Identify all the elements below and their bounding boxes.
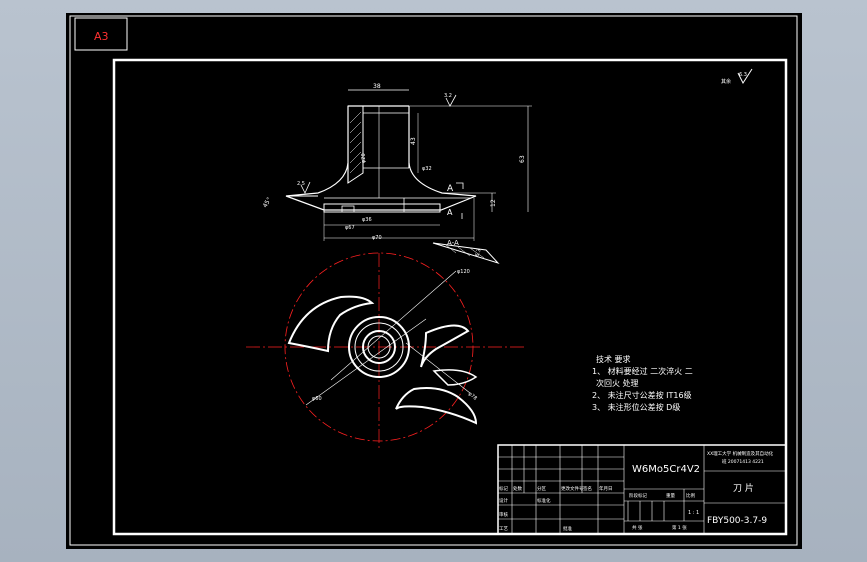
dim-mid: φ67 xyxy=(345,225,355,231)
tb-ratio: 比例 xyxy=(686,492,695,499)
cad-drawing: A3 其余 6.3 38 63 43 12 45° 3.2 2.5 φ32 φ2… xyxy=(69,15,798,546)
tb-scale: 1 : 1 xyxy=(688,510,699,516)
tb-class: 班 20071413 4221 xyxy=(722,458,764,465)
note-line-2: 次回火 处理 xyxy=(596,378,639,388)
tb-stage: 阶段标记 xyxy=(629,492,647,499)
note-line-4: 3、 未注形位公差按 D级 xyxy=(592,402,680,412)
technical-notes: 技术 要求 1、 材料要经过 二次淬火 二 次回火 处理 2、 未注尺寸公差按 … xyxy=(592,354,693,412)
dim-inner: φ32 xyxy=(422,166,432,172)
section-view: 38 63 43 12 45° 3.2 2.5 φ32 φ20 φ36 φ67 … xyxy=(262,83,532,241)
tb-mark: 标记 xyxy=(499,485,508,492)
tb-drawing-no: FBY500-3.7-9 xyxy=(707,516,767,526)
tb-review: 审核 xyxy=(499,511,508,518)
tb-count: 处数 xyxy=(513,485,522,492)
dim-angle: 45° xyxy=(262,196,273,209)
dim-r78: φ78 xyxy=(467,391,478,402)
tb-date: 年月日 xyxy=(599,485,613,492)
tb-school: XX理工大学 机械制造及其自动化 xyxy=(707,450,774,457)
svg-text:其余: 其余 xyxy=(721,78,731,85)
tb-change: 更改文件号 xyxy=(561,485,584,492)
notes-title: 技术 要求 xyxy=(596,354,631,364)
tb-standard: 标准化 xyxy=(537,497,551,504)
tb-total: 共 张 xyxy=(632,524,643,531)
drawing-sheet: A3 其余 6.3 38 63 43 12 45° 3.2 2.5 φ32 φ2… xyxy=(66,13,802,549)
svg-text:3.2: 3.2 xyxy=(444,93,452,99)
section-detail-aa: A-A 6.3 xyxy=(432,239,500,265)
tb-design: 设计 xyxy=(499,497,508,504)
section-mark-a-top: A xyxy=(447,184,454,194)
dim-outer: φ70 xyxy=(372,235,382,241)
dim-hub: φ36 xyxy=(362,217,372,223)
title-block: 标记 处数 分区 更改文件号 签名 年月日 设计 标准化 审核 工艺 批准 阶段… xyxy=(497,444,787,535)
inner-border xyxy=(112,58,788,536)
top-view: φ120 φ60 φ78 xyxy=(246,252,526,451)
sheet-size-label: A3 xyxy=(94,30,109,43)
dim-top-width: 38 xyxy=(373,83,381,90)
section-mark-a-bottom: A xyxy=(447,208,453,217)
tb-process: 工艺 xyxy=(499,526,508,532)
tb-weight: 重量 xyxy=(666,492,675,499)
note-line-1: 1、 材料要经过 二次淬火 二 xyxy=(592,366,693,376)
svg-text:6.3: 6.3 xyxy=(739,72,747,78)
dim-upper-height: 43 xyxy=(410,137,417,145)
note-line-3: 2、 未注尺寸公差按 IT16级 xyxy=(592,390,692,400)
dim-total-height: 63 xyxy=(519,155,526,163)
tb-material: W6Mo5Cr4V2 xyxy=(632,464,700,475)
surface-roughness-mark: 其余 6.3 xyxy=(721,68,753,85)
tb-approve: 批准 xyxy=(563,525,572,532)
dim-r60: φ60 xyxy=(312,396,322,402)
svg-text:2.5: 2.5 xyxy=(297,181,305,187)
dim-blade-height: 12 xyxy=(490,199,497,207)
dim-r120: φ120 xyxy=(457,269,470,275)
dim-bore: φ20 xyxy=(361,153,367,163)
tb-sheet: 第 1 张 xyxy=(672,524,687,531)
tb-zone: 分区 xyxy=(537,485,546,492)
tb-part-name: 刀 片 xyxy=(733,482,754,494)
tb-sign: 签名 xyxy=(583,485,592,492)
